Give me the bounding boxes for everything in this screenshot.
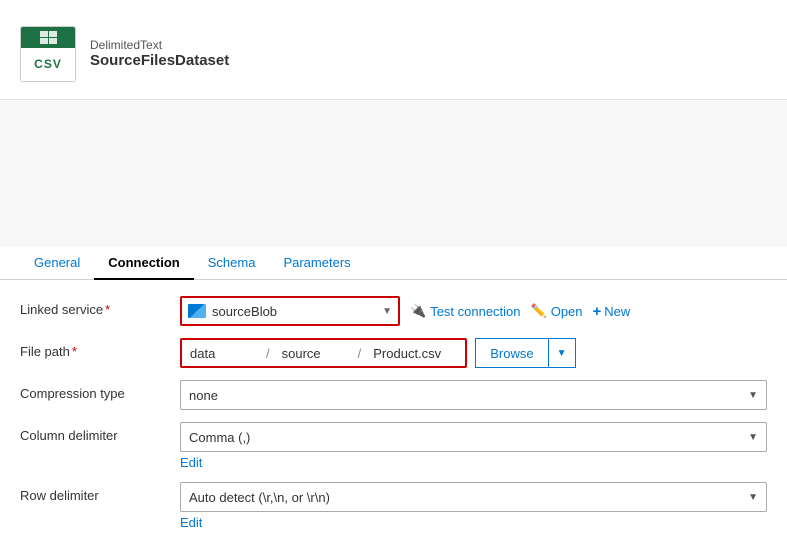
path-separator-2: / [354, 346, 366, 361]
open-icon: ✏️ [531, 303, 547, 319]
plus-icon: + [593, 303, 602, 320]
linked-service-value: sourceBlob [212, 304, 376, 319]
column-delimiter-chevron-icon: ▼ [748, 432, 758, 443]
path-separator-1: / [262, 346, 274, 361]
open-link[interactable]: ✏️ Open [531, 303, 583, 319]
linked-service-chevron-icon: ▼ [382, 306, 392, 317]
header-area: CSV DelimitedText SourceFilesDataset [0, 0, 787, 100]
compression-type-row: Compression type none ▼ [20, 380, 767, 410]
column-delimiter-edit-link[interactable]: Edit [180, 455, 767, 470]
tabs-area: General Connection Schema Parameters [0, 247, 787, 280]
linked-service-label: Linked service * [20, 296, 180, 317]
column-delimiter-row: Column delimiter Comma (,) ▼ Edit [20, 422, 767, 470]
file-path-controls: / / Browse ▼ [180, 338, 767, 368]
column-delimiter-value: Comma (,) [189, 430, 748, 445]
dataset-info: DelimitedText SourceFilesDataset [90, 38, 229, 69]
browse-button[interactable]: Browse [475, 338, 548, 368]
test-connection-link[interactable]: 🔌 Test connection [410, 303, 521, 319]
row-delimiter-chevron-icon: ▼ [748, 492, 758, 503]
new-link[interactable]: + New [593, 303, 631, 320]
column-delimiter-controls: Comma (,) ▼ Edit [180, 422, 767, 470]
linked-service-dropdown[interactable]: sourceBlob ▼ [180, 296, 400, 326]
compression-type-chevron-icon: ▼ [748, 390, 758, 401]
tab-schema[interactable]: Schema [194, 247, 270, 280]
dataset-name: SourceFilesDataset [90, 52, 229, 69]
linked-service-required: * [105, 302, 110, 317]
csv-icon: CSV [20, 26, 76, 82]
row-delimiter-edit-link[interactable]: Edit [180, 515, 767, 530]
file-path-group: / / [180, 338, 467, 368]
compression-type-controls: none ▼ [180, 380, 767, 410]
column-delimiter-label: Column delimiter [20, 422, 180, 443]
row-delimiter-dropdown[interactable]: Auto detect (\r,\n, or \r\n) ▼ [180, 482, 767, 512]
linked-service-row: Linked service * sourceBlob ▼ 🔌 Test con… [20, 296, 767, 326]
linked-service-controls: sourceBlob ▼ 🔌 Test connection ✏️ Open +… [180, 296, 767, 326]
row-delimiter-label: Row delimiter [20, 482, 180, 503]
file-path-required: * [72, 344, 77, 359]
tab-parameters[interactable]: Parameters [269, 247, 364, 280]
file-path-part1-input[interactable] [182, 340, 262, 366]
plug-icon: 🔌 [410, 303, 426, 319]
browse-chevron-icon[interactable]: ▼ [549, 338, 576, 368]
dataset-type: DelimitedText [90, 38, 229, 52]
file-path-row: File path * / / Browse ▼ [20, 338, 767, 368]
file-path-part2-input[interactable] [274, 340, 354, 366]
browse-btn-group: Browse ▼ [475, 338, 575, 368]
compression-type-dropdown[interactable]: none ▼ [180, 380, 767, 410]
row-delimiter-value: Auto detect (\r,\n, or \r\n) [189, 490, 748, 505]
form-area: Linked service * sourceBlob ▼ 🔌 Test con… [0, 280, 787, 546]
file-path-part3-input[interactable] [365, 340, 465, 366]
file-path-label: File path * [20, 338, 180, 359]
header-spacer [0, 100, 787, 247]
row-delimiter-row: Row delimiter Auto detect (\r,\n, or \r\… [20, 482, 767, 530]
compression-type-value: none [189, 388, 748, 403]
compression-type-label: Compression type [20, 380, 180, 401]
blob-service-icon [188, 304, 206, 318]
row-delimiter-controls: Auto detect (\r,\n, or \r\n) ▼ Edit [180, 482, 767, 530]
main-container: CSV DelimitedText SourceFilesDataset Gen… [0, 0, 787, 546]
tab-connection[interactable]: Connection [94, 247, 194, 280]
column-delimiter-dropdown[interactable]: Comma (,) ▼ [180, 422, 767, 452]
tab-general[interactable]: General [20, 247, 94, 280]
